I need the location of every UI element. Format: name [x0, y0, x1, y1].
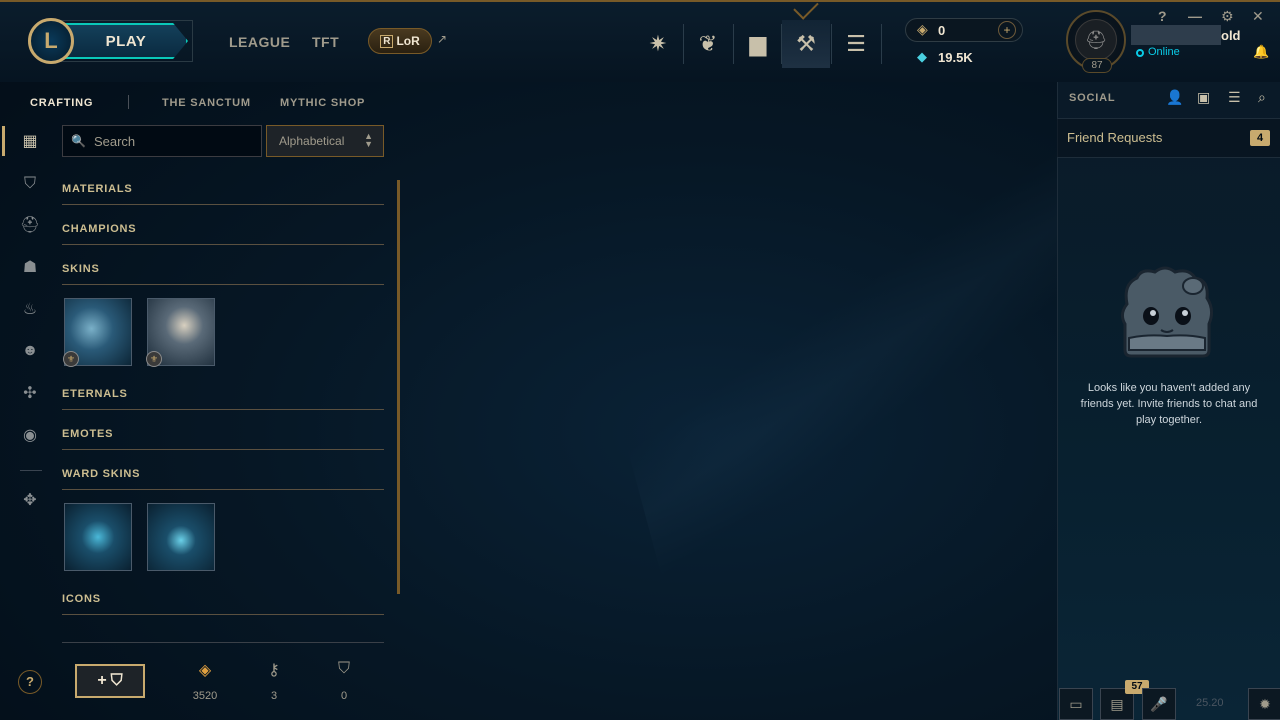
sidebar-active-indicator [2, 126, 5, 156]
nav-tft[interactable]: TFT [312, 34, 339, 50]
voice-microphone-icon[interactable]: 🎤 [1142, 688, 1176, 720]
section-eternals[interactable]: ETERNALS [62, 388, 384, 410]
poro-mascot-icon [1120, 266, 1214, 358]
profile-nav-icon[interactable]: ❦ [684, 20, 732, 68]
lor-logo-icon: R [380, 34, 394, 48]
ward-filter-icon[interactable]: ✣ [18, 381, 42, 405]
key-icon: ⚷ [268, 662, 280, 679]
skin-shard-item[interactable]: ⚜ [63, 298, 132, 367]
section-emotes[interactable]: EMOTES [62, 428, 384, 450]
lor-label: LoR [396, 34, 420, 48]
chest-count-icon: ⛉ [337, 660, 350, 677]
skin-shard-item[interactable]: ⚜ [146, 298, 215, 367]
eternals-flame-filter-icon[interactable]: ♨ [18, 297, 42, 321]
all-categories-grid-icon[interactable]: ▦ [18, 129, 42, 153]
minimize-button[interactable]: — [1188, 8, 1202, 24]
chest-filter-icon[interactable]: ⛉ [18, 172, 42, 196]
blue-essence-value: 19.5K [938, 50, 973, 65]
online-status-icon [1136, 49, 1144, 57]
friend-list-view-icon[interactable]: ☰ [1228, 89, 1241, 106]
footer-separator [62, 642, 384, 643]
icons-profile-filter-icon[interactable]: ◉ [18, 423, 42, 447]
champion-helmet-filter-icon[interactable]: ⛑ [18, 213, 42, 237]
collection-nav-icon[interactable]: ▆ [734, 20, 782, 68]
blue-essence-icon: ◆ [917, 49, 927, 64]
section-icons[interactable]: ICONS [62, 593, 384, 615]
friend-requests-count-badge: 4 [1250, 130, 1270, 146]
keys-value: 3 [270, 690, 278, 702]
sidebar-separator [20, 470, 42, 471]
ward-skin-item[interactable] [64, 503, 132, 571]
tab-mythic-shop[interactable]: MYTHIC SHOP [280, 97, 365, 109]
close-window-button[interactable]: ✕ [1252, 8, 1264, 25]
add-chest-button[interactable]: + ⛉ [75, 664, 145, 698]
settings-gear-icon[interactable]: ⚙ [1221, 8, 1234, 25]
help-window-button[interactable]: ? [1158, 8, 1167, 24]
sort-dropdown[interactable]: Alphabetical ▲ ▼ [266, 125, 384, 157]
summoner-name: old [1221, 28, 1241, 43]
section-materials[interactable]: MATERIALS [62, 183, 384, 205]
chests-value: 0 [340, 690, 348, 702]
bug-report-icon[interactable]: ✹ [1248, 688, 1280, 720]
helmet-icon: ⛑ [1075, 19, 1117, 61]
nav-league[interactable]: LEAGUE [229, 34, 290, 50]
add-friend-icon[interactable]: 👤 [1166, 89, 1183, 106]
nav-separator [881, 24, 882, 64]
section-skins[interactable]: SKINS [62, 263, 384, 285]
home-nav-icon[interactable]: ✷ [634, 20, 682, 68]
other-items-filter-icon[interactable]: ✥ [18, 488, 42, 512]
level-badge: 87 [1082, 58, 1112, 73]
search-input[interactable] [93, 133, 254, 149]
loot-crafting-nav-icon[interactable]: ⚒ [782, 20, 830, 68]
permanent-badge-icon: ⚜ [146, 351, 162, 367]
tab-crafting[interactable]: CRAFTING [30, 97, 93, 109]
add-folder-icon[interactable]: ▣ [1197, 89, 1210, 106]
chest-icon: ⛉ [110, 672, 123, 689]
crafting-help-button[interactable]: ? [18, 670, 42, 694]
notifications-bell-icon[interactable]: 🔔 [1253, 44, 1269, 60]
chat-bubble-icon[interactable]: ▭ [1059, 688, 1093, 720]
section-ward-skins[interactable]: WARD SKINS [62, 468, 384, 490]
ward-skin-item[interactable] [147, 503, 215, 571]
empty-friends-message: Looks like you haven't added any friends… [1080, 382, 1258, 426]
permanent-badge-icon: ⚜ [63, 351, 79, 367]
external-link-icon: ↗ [437, 32, 448, 46]
tab-the-sanctum[interactable]: THE SANCTUM [162, 97, 251, 109]
online-status-text[interactable]: Online [1148, 46, 1180, 58]
search-icon: 🔍 [71, 134, 86, 148]
rp-icon: ◈ [917, 21, 928, 37]
skin-mask-filter-icon[interactable]: ☗ [18, 255, 42, 279]
sort-caret-icon: ▲ ▼ [364, 131, 373, 149]
rp-value: 0 [938, 23, 946, 38]
play-button[interactable]: PLAY [64, 23, 188, 59]
orange-essence-icon: ◈ [198, 662, 212, 679]
emote-face-filter-icon[interactable]: ☻ [18, 339, 42, 363]
tab-separator [128, 95, 129, 109]
section-champions[interactable]: CHAMPIONS [62, 223, 384, 245]
orange-essence-value: 3520 [192, 690, 218, 702]
summoner-name-redacted [1131, 25, 1221, 45]
search-field[interactable]: 🔍 [62, 125, 262, 157]
store-nav-icon[interactable]: ☰ [832, 20, 880, 68]
client-version: 25.20 [1196, 697, 1224, 709]
league-logo-icon[interactable]: L [28, 18, 74, 64]
loot-scrollbar[interactable] [397, 180, 400, 594]
nav-lor-button[interactable]: R LoR [368, 28, 432, 54]
friend-requests-label[interactable]: Friend Requests [1067, 130, 1162, 145]
sort-selected-value: Alphabetical [279, 134, 345, 148]
friend-search-icon[interactable]: ⌕ [1258, 89, 1266, 106]
plus-icon: + [97, 672, 107, 689]
social-title: SOCIAL [1069, 92, 1116, 104]
buy-rp-plus-icon[interactable]: + [998, 21, 1016, 39]
